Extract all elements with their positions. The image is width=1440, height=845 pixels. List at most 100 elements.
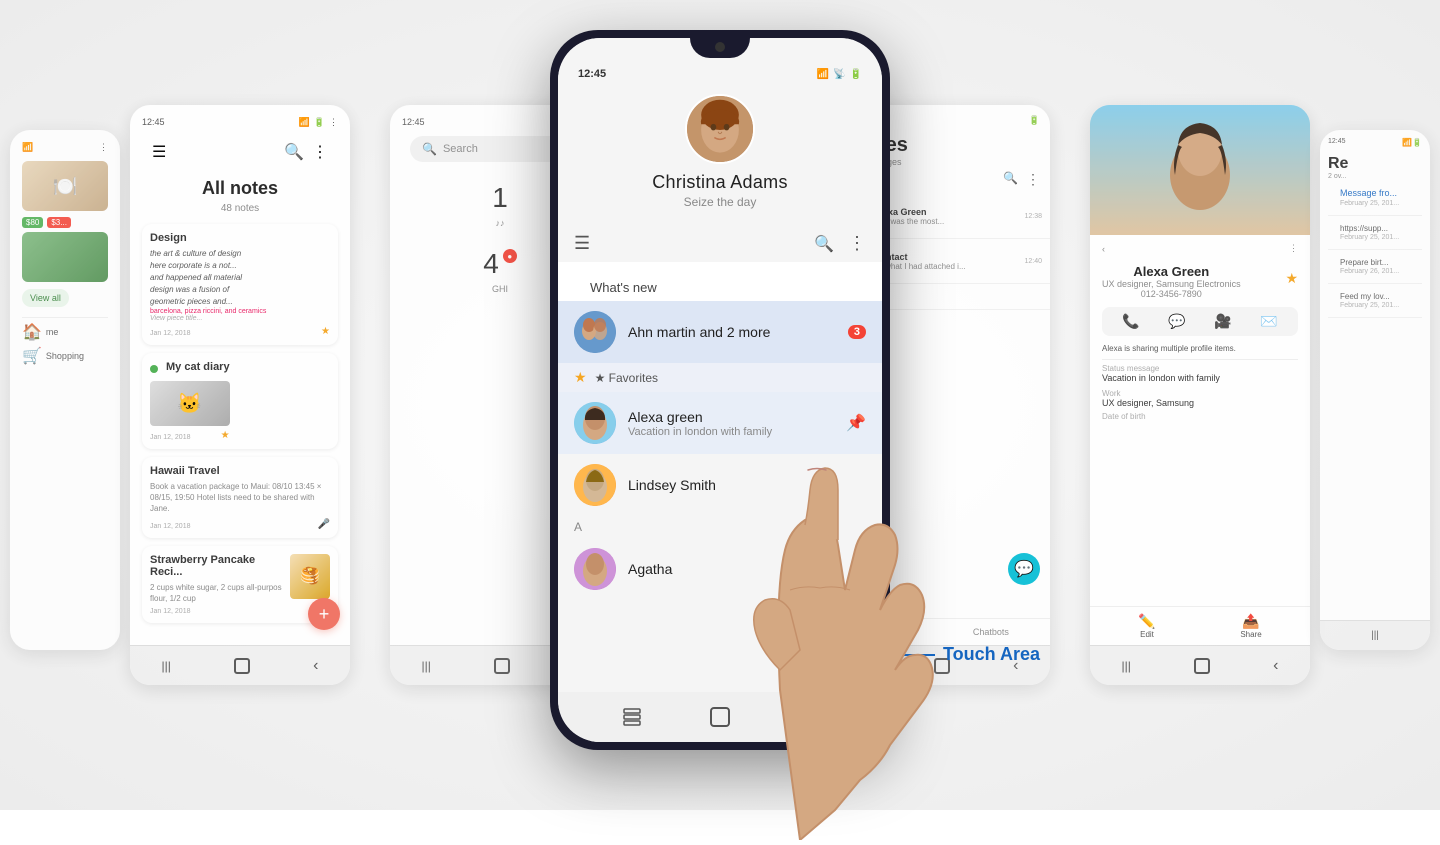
note-hawaii-title: Hawaii Travel bbox=[150, 465, 330, 477]
rmsg-3[interactable]: Prepare birt... February 26, 201... bbox=[1328, 250, 1422, 284]
panel-far-right: 12:45 📶🔋 Re 2 ov... Message fro... Febru… bbox=[1320, 130, 1430, 650]
view-all-button[interactable]: View all bbox=[22, 289, 69, 307]
more-icon-main[interactable]: ⋮ bbox=[848, 233, 866, 254]
panel-left-notes: 12:45 📶 🔋 ⋮ ☰ 🔍 ⋮ All notes 48 notes Des… bbox=[130, 105, 350, 685]
group-avatar-svg bbox=[574, 311, 616, 353]
panel-fr-bottom: ||| bbox=[1320, 620, 1430, 650]
note-hawaii-date: Jan 12, 2018 bbox=[150, 523, 190, 530]
msg-content-2: Contact ee what I had attached i... bbox=[874, 252, 1016, 271]
search-icon-left[interactable]: 🔍 bbox=[284, 142, 304, 162]
back-arrow[interactable]: ‹ bbox=[1102, 244, 1105, 254]
contact-item-group[interactable]: Ahn martin and 2 more 3 bbox=[558, 301, 882, 363]
msg-text-2: ee what I had attached i... bbox=[874, 262, 1016, 271]
edit-action[interactable]: ✏️ Edit bbox=[1138, 613, 1155, 639]
msg-time-2: 12:40 bbox=[1024, 258, 1042, 265]
favorites-star: ★ bbox=[574, 369, 587, 386]
shop-item-1: 🏠 me bbox=[22, 322, 108, 342]
nav-home-cl[interactable] bbox=[494, 658, 510, 674]
contact-item-agatha[interactable]: Agatha bbox=[558, 538, 882, 600]
note-card-design[interactable]: Design the art & culture of designhere c… bbox=[142, 224, 338, 345]
edit-label: Edit bbox=[1138, 630, 1155, 639]
hamburger-icon-main[interactable]: ☰ bbox=[574, 233, 590, 254]
panel-right-bottom-nav: ||| ‹ bbox=[1090, 645, 1310, 685]
nav-back-main[interactable] bbox=[793, 702, 823, 732]
recents-fr[interactable]: ||| bbox=[1371, 630, 1379, 641]
menu-icon-left[interactable]: ⋮ bbox=[329, 117, 338, 128]
food-image-1: 🍽️ bbox=[22, 161, 108, 211]
status-section: Status message Vacation in london with f… bbox=[1102, 364, 1298, 383]
note-design-title: Design bbox=[150, 232, 330, 244]
nav-recents-cl[interactable]: ||| bbox=[422, 659, 431, 673]
nav-home-main[interactable] bbox=[705, 702, 735, 732]
more-icon-cr[interactable]: ⋮ bbox=[1026, 171, 1040, 188]
notes-subtitle: 48 notes bbox=[142, 203, 338, 214]
profile-avatar[interactable] bbox=[685, 94, 755, 164]
note-card-cat[interactable]: My cat diary 🐱 Jan 12, 2018 ★ bbox=[142, 353, 338, 449]
msg-name-1: Alexa Green bbox=[874, 207, 1016, 217]
nav-recents-right[interactable]: ||| bbox=[1122, 659, 1131, 673]
rmsg-1-sender: Message fro... bbox=[1340, 188, 1410, 198]
signal-icon-left: 📶 bbox=[299, 117, 310, 128]
note-pancake-text: 2 cups white sugar, 2 cups all-purpos fl… bbox=[150, 582, 284, 604]
panel-left-status: 12:45 📶 🔋 ⋮ bbox=[142, 117, 338, 128]
price-tag-1: $80 bbox=[22, 217, 43, 228]
share-action[interactable]: 📤 Share bbox=[1240, 613, 1261, 639]
time-left: 12:45 bbox=[142, 117, 165, 128]
annotation-line bbox=[855, 654, 935, 656]
panel-left-bottom-nav: ||| ‹ bbox=[130, 645, 350, 685]
rmsg-1[interactable]: Message fro... February 25, 201... bbox=[1328, 180, 1422, 216]
search-icon-cr[interactable]: 🔍 bbox=[1003, 171, 1018, 188]
main-status-icons: 📶 📡 🔋 bbox=[817, 68, 862, 80]
bottom-actions: ✏️ Edit 📤 Share bbox=[1090, 606, 1310, 645]
star-cat: ★ bbox=[221, 430, 230, 441]
note-cat-title: My cat diary bbox=[166, 361, 230, 373]
hamburger-icon[interactable]: ☰ bbox=[152, 142, 166, 162]
nav-home-right[interactable] bbox=[1194, 658, 1210, 674]
chat-fab[interactable]: 💬 bbox=[1008, 553, 1040, 585]
nav-back-left[interactable]: ‹ bbox=[313, 657, 318, 675]
signal-icon-main: 📡 bbox=[833, 69, 845, 80]
contact-star[interactable]: ★ bbox=[1285, 270, 1298, 287]
video-icon[interactable]: 🎥 bbox=[1214, 313, 1231, 330]
nav-home-left[interactable] bbox=[234, 658, 250, 674]
rmsg-2[interactable]: https://supp... February 25, 201... bbox=[1328, 216, 1422, 250]
email-icon[interactable]: ✉️ bbox=[1260, 313, 1277, 330]
chatbots-tab[interactable]: Chatbots bbox=[973, 627, 1009, 637]
dots-menu[interactable]: ⋮ bbox=[99, 142, 108, 153]
action-bar: ☰ 🔍 ⋮ bbox=[558, 225, 882, 262]
nav-recents-main[interactable] bbox=[617, 702, 647, 732]
search-icon-main[interactable]: 🔍 bbox=[814, 234, 834, 254]
battery-icon-left: 🔋 bbox=[314, 117, 325, 128]
nav-back-right[interactable]: ‹ bbox=[1273, 657, 1278, 675]
favorites-label: ★ Favorites bbox=[595, 371, 658, 385]
panel-far-left: 📶 ⋮ 🍽️ $80 $3... View all 🏠 me 🛒 Shoppin… bbox=[10, 130, 120, 650]
more-icon-right[interactable]: ⋮ bbox=[1289, 243, 1298, 254]
main-phone-wrapper: 12:45 📶 📡 🔋 bbox=[550, 30, 890, 750]
contact-item-alexa[interactable]: Alexa green Vacation in london with fami… bbox=[558, 392, 882, 454]
whats-new-section: What's new bbox=[558, 262, 882, 301]
shop-item-1-label: me bbox=[46, 327, 59, 337]
recents-icon bbox=[623, 708, 641, 726]
dob-section: Date of birth bbox=[1102, 412, 1298, 421]
pin-icon-alexa: 📌 bbox=[846, 413, 866, 433]
phone-icon[interactable]: 📞 bbox=[1122, 313, 1139, 330]
message-icon[interactable]: 💬 bbox=[1168, 313, 1185, 330]
group-contact-info: Ahn martin and 2 more bbox=[628, 324, 836, 340]
rmsg-4[interactable]: Feed my lov... February 25, 201... bbox=[1328, 284, 1422, 318]
note-card-hawaii[interactable]: Hawaii Travel Book a vacation package to… bbox=[142, 457, 338, 538]
search-icon-cl: 🔍 bbox=[422, 142, 437, 156]
panel-far-left-status: 📶 ⋮ bbox=[22, 142, 108, 153]
contact-item-lindsey[interactable]: Lindsey Smith bbox=[558, 454, 882, 516]
signal-fr: 📶🔋 bbox=[1402, 138, 1422, 147]
more-icon-left[interactable]: ⋮ bbox=[312, 142, 328, 162]
alexa-contact-name: Alexa green bbox=[628, 409, 834, 425]
add-note-button[interactable]: + bbox=[308, 598, 340, 630]
contact-info-panel: ‹ ⋮ Alexa Green UX designer, Samsung Ele… bbox=[1090, 235, 1310, 429]
rmsg-4-text: Feed my lov... bbox=[1340, 292, 1410, 301]
group-avatar bbox=[574, 311, 616, 353]
msg-time-1: 12:38 bbox=[1024, 213, 1042, 220]
agatha-avatar bbox=[574, 548, 616, 590]
price-row: $80 $3... bbox=[22, 217, 108, 228]
note-design-text: the art & culture of designhere corporat… bbox=[150, 248, 330, 308]
nav-recents-left[interactable]: ||| bbox=[162, 659, 171, 673]
